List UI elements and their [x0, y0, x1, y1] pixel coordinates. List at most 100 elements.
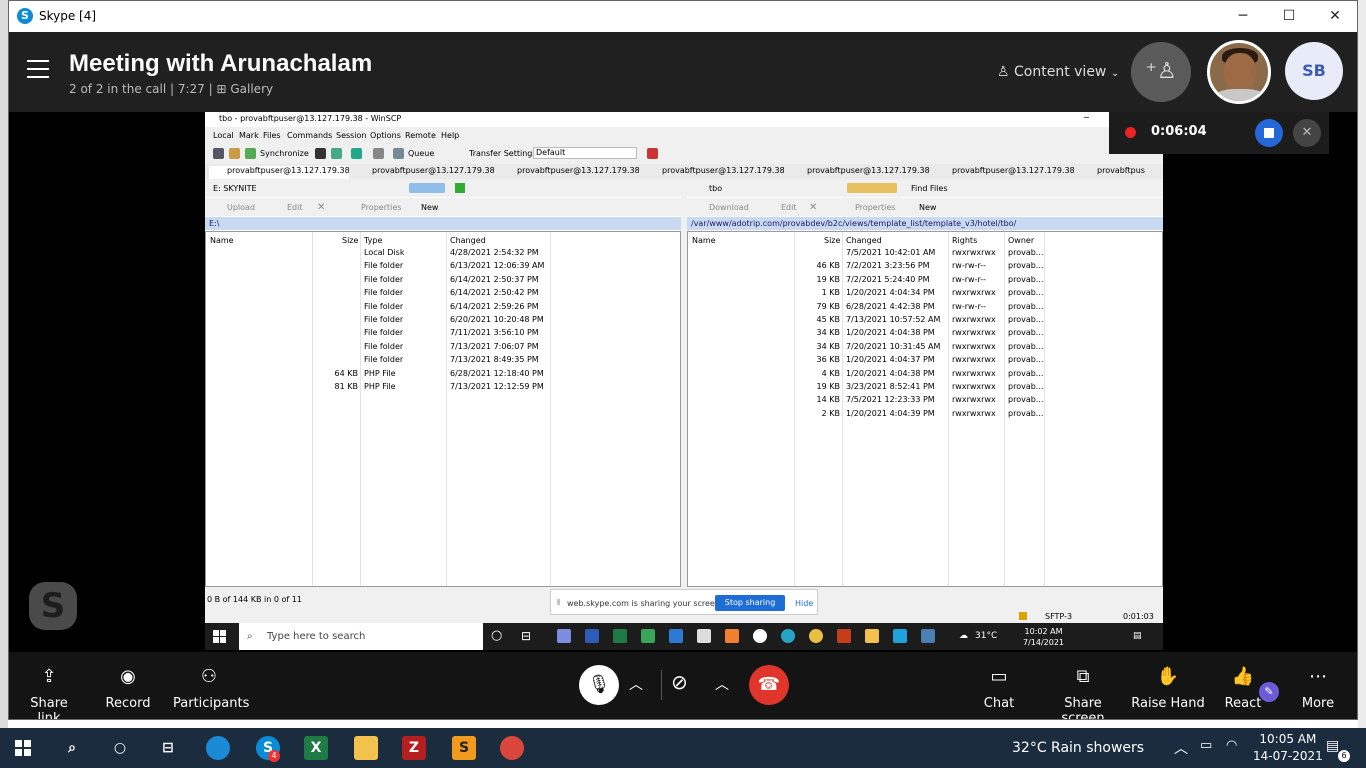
winscp-icon[interactable] [921, 629, 935, 643]
session-tab[interactable]: provabftpus [1079, 166, 1155, 179]
microphone-button[interactable]: 🎙 [579, 665, 619, 705]
list-item[interactable]: tbo_hotel_details_pag...36 KB1/20/2021 4… [688, 353, 1162, 366]
chat-button[interactable]: ▭ Chat [971, 652, 1027, 719]
list-item[interactable]: tbo_booking_page.php45 KB7/13/2021 10:57… [688, 313, 1162, 326]
stop-sharing-button[interactable]: Stop sharing [715, 595, 785, 611]
task-view-icon[interactable]: ⊟ [156, 736, 180, 760]
menu-options[interactable]: Options [370, 131, 401, 140]
gallery-icon[interactable]: ⊞ [216, 82, 226, 96]
session-tab[interactable]: provabftpuser@13.127.179.38 [934, 166, 1074, 179]
list-item[interactable]: image_hide.php1 KB1/20/2021 4:04:34 PMrw… [688, 286, 1162, 299]
list-item[interactable]: tbo_hotel_images.php4 KB1/20/2021 4:04:3… [688, 367, 1162, 380]
app-icon[interactable] [725, 629, 739, 643]
folder-icons[interactable] [847, 183, 897, 193]
col-size[interactable]: Size [824, 236, 840, 245]
share-link-button[interactable]: ⇪ Share link [17, 652, 81, 719]
task-view-icon[interactable]: ⊟ [521, 629, 535, 643]
menu-help[interactable]: Help [441, 131, 459, 140]
download-button[interactable]: Download [709, 203, 749, 212]
new-button[interactable]: New [919, 203, 936, 212]
more-button[interactable]: ⋯ More [1293, 652, 1343, 719]
excel-icon[interactable] [613, 629, 627, 643]
col-type[interactable]: Type [364, 236, 382, 245]
chrome-icon[interactable] [809, 629, 823, 643]
self-avatar[interactable]: SB [1285, 42, 1343, 100]
start-icon[interactable] [15, 740, 31, 756]
list-item[interactable]: tbo_room_list.php19 KB3/23/2021 8:52:41 … [688, 380, 1162, 393]
share-screen-button[interactable]: ⧉ Share screen [1041, 652, 1125, 719]
properties-button[interactable]: Properties [361, 203, 401, 212]
gallery-label[interactable]: Gallery [230, 82, 273, 96]
hide-button[interactable]: Hide [795, 599, 813, 608]
remote-search-box[interactable]: ⌕ Type here to search [239, 623, 483, 650]
tray-chevron-icon[interactable]: ︿ [1174, 738, 1188, 758]
menu-mark[interactable]: Mark [239, 131, 259, 140]
session-tab[interactable]: provabftpuser@13.127.179.38 [499, 166, 639, 179]
delete-icon[interactable]: ✕ [317, 202, 325, 213]
sublime-icon[interactable]: S [452, 736, 476, 760]
list-item[interactable]: Free Download Mana...File folder7/13/202… [206, 353, 680, 366]
menu-icon[interactable] [27, 60, 49, 78]
word-icon[interactable] [585, 629, 599, 643]
cortana-icon[interactable]: ○ [108, 736, 132, 760]
search-icon[interactable]: ⌕ [60, 736, 84, 760]
host-clock[interactable]: 10:05 AM 14-07-2021 [1253, 731, 1323, 765]
col-rights[interactable]: Rights [952, 236, 977, 245]
participant-avatar[interactable] [1207, 40, 1271, 104]
col-name[interactable]: Name [210, 236, 234, 245]
synchronize-button[interactable]: Synchronize [260, 149, 309, 158]
camera-options-chevron-icon[interactable]: ︿ [715, 674, 729, 694]
store-icon[interactable] [697, 629, 711, 643]
edit-button[interactable]: Edit [287, 203, 303, 212]
col-changed[interactable]: Changed [450, 236, 486, 245]
transfer-settings-select[interactable]: Default [533, 147, 637, 159]
start-icon[interactable] [213, 630, 226, 643]
explorer-icon[interactable] [865, 629, 879, 643]
list-item[interactable]: app_helper.php64 KBPHP File6/28/2021 12:… [206, 367, 680, 380]
list-item[interactable]: doccureFile folder7/11/2021 3:56:10 PM [206, 326, 680, 339]
remote-path[interactable]: /var/www/adotrip.com/provabdev/b2c/views… [687, 217, 1163, 230]
filezilla-icon[interactable]: Z [402, 736, 426, 760]
edge-icon[interactable] [781, 629, 795, 643]
winscp-minimize-icon[interactable]: ─ [1084, 113, 1089, 122]
upload-button[interactable]: Upload [227, 203, 255, 212]
drive-select[interactable]: E: SKYNITE [213, 184, 257, 193]
list-item[interactable]: tbo_search_result.php14 KB7/5/2021 12:23… [688, 393, 1162, 406]
app-icon[interactable] [893, 629, 907, 643]
toolbar-icon[interactable] [213, 148, 224, 159]
list-item[interactable]: .metadataLocal Disk4/28/2021 2:54:32 PM [206, 246, 680, 259]
toolbar-icon[interactable] [229, 148, 240, 159]
queue-icon[interactable] [393, 148, 404, 159]
list-item[interactable]: tbo_booking_page_n...34 KB1/20/2021 4:04… [688, 326, 1162, 339]
menu-local[interactable]: Local [213, 131, 234, 140]
list-item[interactable]: tbo_hotel_details_pag...34 KB7/20/2021 1… [688, 340, 1162, 353]
home-icon[interactable] [409, 183, 445, 193]
drag-handle-icon[interactable]: ⦀ [557, 598, 561, 608]
delete-icon[interactable]: ✕ [809, 202, 817, 213]
session-tab[interactable]: provabftpuser@13.127.179.38 [644, 166, 784, 179]
refresh-icon[interactable] [455, 183, 465, 193]
toolbar-icon[interactable] [331, 148, 342, 159]
notification-icon[interactable]: ▤ [1326, 738, 1339, 754]
camera-off-button[interactable]: ⊘ [671, 670, 688, 694]
menu-session[interactable]: Session [336, 131, 367, 140]
list-item[interactable]: gamboadminFile folder6/14/2021 2:50:42 P… [206, 286, 680, 299]
menu-commands[interactable]: Commands [287, 131, 332, 140]
pen-icon[interactable]: ✎ [1259, 682, 1279, 702]
add-people-button[interactable]: ⁺♙ [1131, 42, 1191, 102]
mic-options-chevron-icon[interactable]: ︿ [629, 674, 643, 694]
menu-files[interactable]: Files [263, 131, 281, 140]
record-button[interactable]: ◉ Record [99, 652, 157, 719]
close-button[interactable]: ✕ [1323, 5, 1347, 27]
host-weather[interactable]: 32°C Rain showers [1012, 740, 1144, 756]
app-icon[interactable] [753, 629, 767, 643]
app-icon[interactable] [641, 629, 655, 643]
remote-notification-icon[interactable]: ▤ [1133, 631, 1142, 641]
explorer-icon[interactable] [354, 736, 378, 760]
cortana-icon[interactable]: ○ [491, 629, 505, 643]
list-item[interactable]: Batman - Arkham Ori...File folder6/13/20… [206, 259, 680, 272]
session-tab[interactable]: provabftpuser@13.127.179.38 [354, 166, 494, 179]
network-icon[interactable]: ▭ [1200, 738, 1212, 753]
new-button[interactable]: New [421, 203, 438, 212]
mail-icon[interactable] [669, 629, 683, 643]
